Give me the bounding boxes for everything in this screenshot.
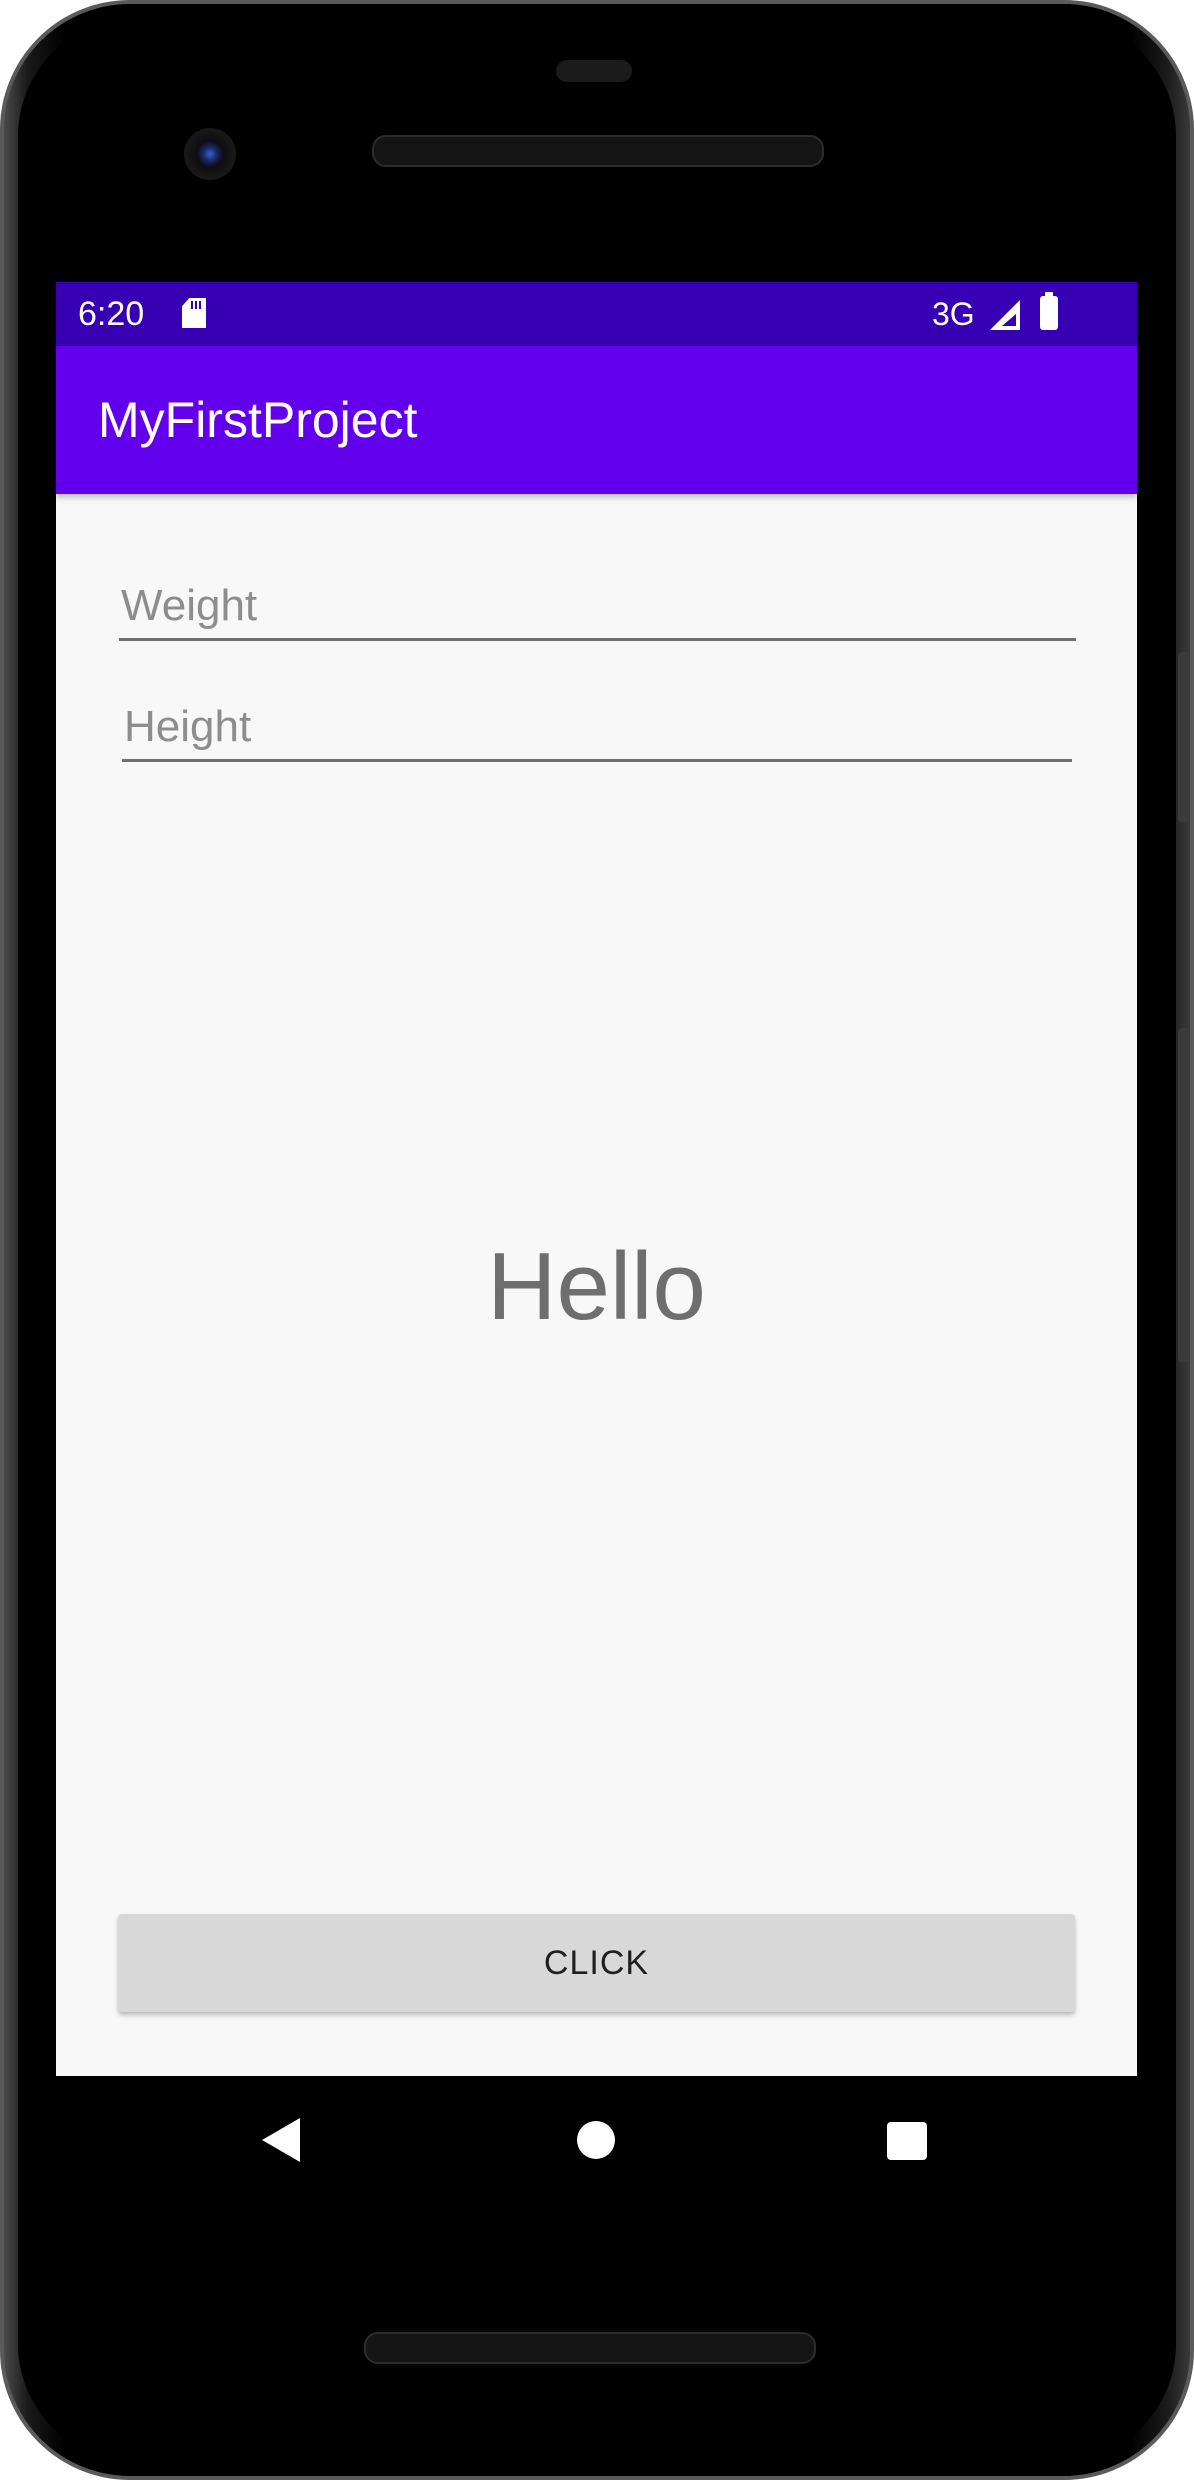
app-title: MyFirstProject (98, 392, 418, 448)
proximity-sensor (556, 60, 632, 82)
status-time: 6:20 (78, 295, 145, 333)
app-screen: 6:20 3G MyFirstProject Hello CLICK (56, 282, 1137, 2076)
bottom-speaker-grille (364, 2332, 816, 2364)
volume-button (1178, 1028, 1190, 1362)
weight-field (119, 574, 1076, 641)
power-button (1178, 652, 1190, 822)
height-field (122, 695, 1072, 762)
phone-frame: 6:20 3G MyFirstProject Hello CLICK (0, 0, 1194, 2480)
weight-input[interactable] (119, 574, 1076, 638)
top-speaker-grille (372, 135, 824, 167)
recents-icon[interactable] (887, 2122, 927, 2160)
signal-icon (990, 300, 1020, 330)
sd-card-icon (182, 298, 206, 328)
home-icon[interactable] (577, 2121, 615, 2159)
app-bar: MyFirstProject (56, 346, 1137, 494)
status-bar: 6:20 3G (56, 282, 1137, 346)
click-button[interactable]: CLICK (118, 1914, 1075, 2012)
result-text: Hello (487, 1233, 706, 1340)
front-camera-icon (184, 128, 236, 180)
battery-icon (1040, 292, 1058, 330)
height-input[interactable] (122, 695, 1072, 759)
network-type: 3G (932, 296, 975, 332)
